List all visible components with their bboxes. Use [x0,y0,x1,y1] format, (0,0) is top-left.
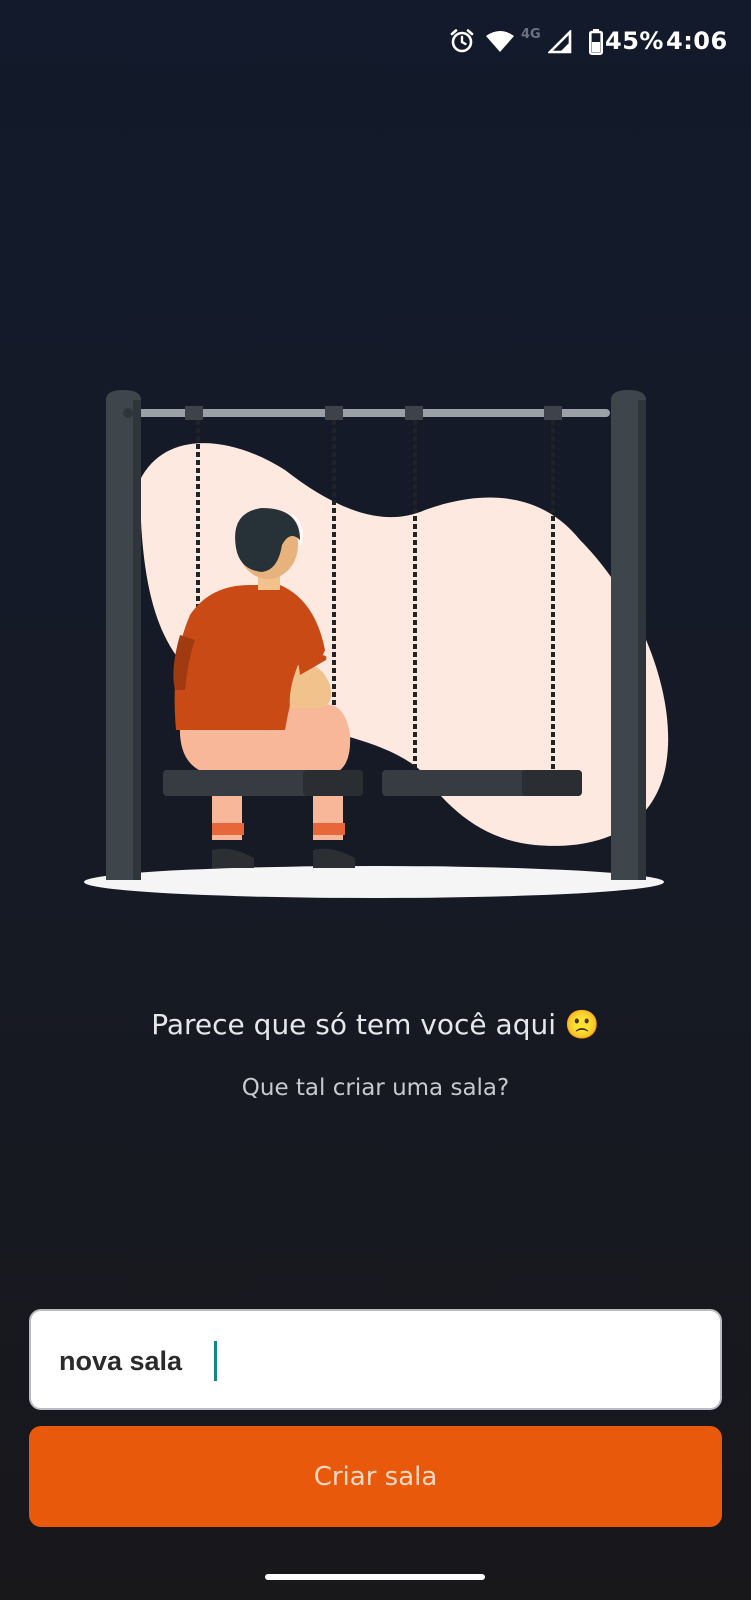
signal-icon [546,28,572,58]
empty-state-subtitle: Que tal criar uma sala? [241,1075,510,1101]
create-room-button[interactable]: Criar sala [29,1426,722,1527]
screen: 4G 45% 4:06 Parece que só tem você aqui … [0,0,751,1600]
clock-time: 4:06 [666,27,728,55]
home-indicator[interactable] [265,1574,485,1580]
empty-state-illustration [80,385,680,905]
wifi-icon [485,30,515,58]
battery-percentage: 45% [605,27,664,55]
battery-icon [588,29,603,59]
room-name-input[interactable] [59,1341,679,1381]
network-type-label: 4G [521,27,541,42]
text-caret [214,1341,217,1381]
alarm-icon [449,28,475,58]
create-room-button-label: Criar sala [313,1461,438,1492]
empty-state-title: Parece que só tem você aqui 🙁 [151,1008,600,1041]
room-name-field[interactable] [29,1309,722,1410]
status-bar: 4G 45% 4:06 [0,0,751,88]
